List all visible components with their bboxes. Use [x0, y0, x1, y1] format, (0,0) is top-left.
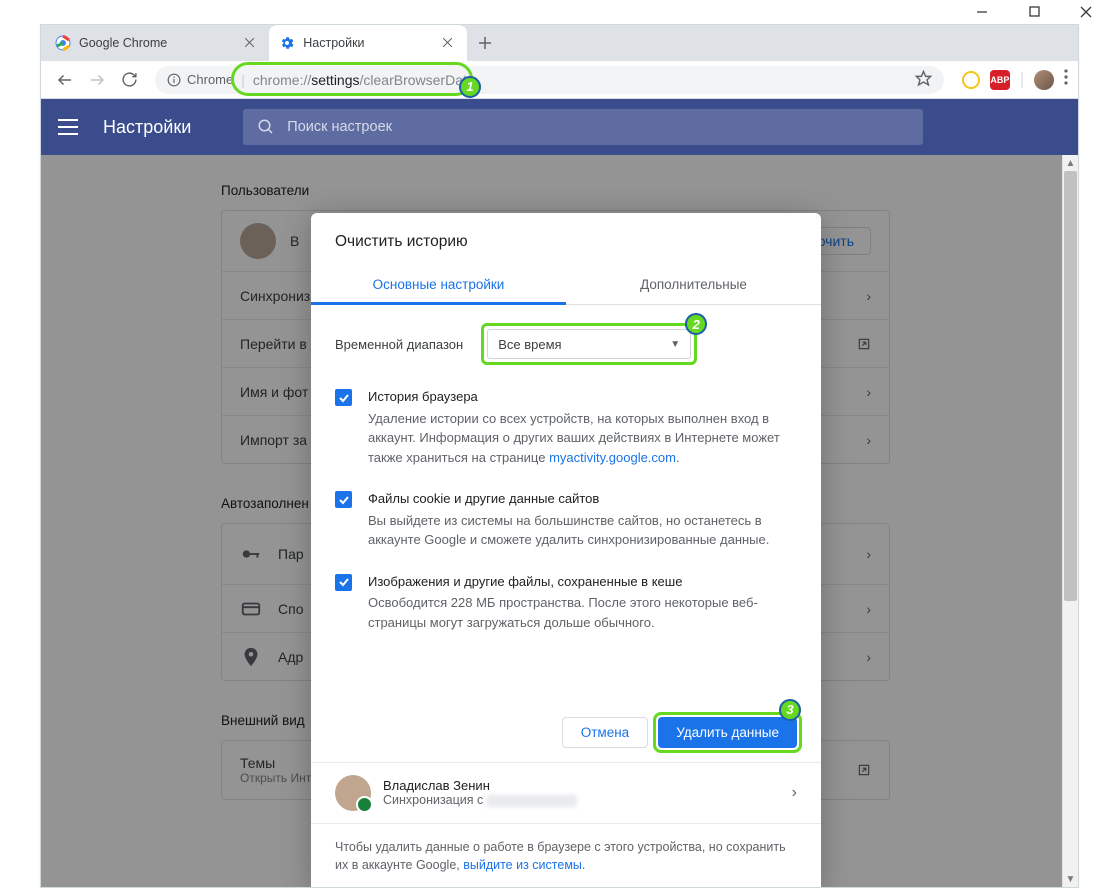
tabstrip: Google Chrome Настройки	[41, 25, 1078, 61]
address-bar[interactable]: Chrome | chrome://settings/clearBrowserD…	[155, 66, 944, 94]
browser-frame: Google Chrome Настройки Chrome | chrome:…	[40, 24, 1079, 888]
clear-data-button[interactable]: Удалить данные	[658, 717, 797, 748]
settings-header: Настройки Поиск настроек	[41, 99, 1078, 155]
timerange-label: Временной диапазон	[335, 337, 463, 352]
extension-abp-icon[interactable]: ABP	[990, 70, 1010, 90]
cancel-button[interactable]: Отмена	[562, 717, 648, 748]
gear-favicon-icon	[279, 35, 295, 51]
site-chip-label: Chrome	[187, 72, 233, 87]
annotation-badge-1: 1	[459, 76, 481, 98]
tab-title: Настройки	[303, 36, 364, 50]
settings-search-placeholder: Поиск настроек	[287, 119, 392, 135]
site-info-icon[interactable]: Chrome	[167, 72, 233, 87]
annotation-badge-3: 3	[779, 699, 801, 721]
myactivity-link[interactable]: myactivity.google.com	[549, 450, 676, 465]
window-minimize-button[interactable]	[975, 5, 989, 19]
dialog-user-row[interactable]: Владислав Зенин Синхронизация с ›	[311, 762, 821, 823]
timerange-value: Все время	[498, 337, 561, 352]
bookmark-star-icon[interactable]	[915, 70, 932, 90]
checkbox-browsing-history[interactable]	[335, 389, 352, 406]
vertical-scrollbar[interactable]: ▲ ▼	[1062, 155, 1078, 887]
tab-google-chrome[interactable]: Google Chrome	[45, 25, 269, 61]
user-avatar-icon	[335, 775, 371, 811]
window-close-button[interactable]	[1079, 5, 1093, 19]
scroll-up-icon[interactable]: ▲	[1063, 155, 1078, 171]
user-name: Владислав Зенин	[383, 778, 577, 793]
reload-button[interactable]	[115, 66, 143, 94]
new-tab-button[interactable]	[471, 29, 499, 57]
dialog-title: Очистить историю	[311, 213, 821, 265]
extension-yandex-icon[interactable]	[962, 71, 980, 89]
option-browsing-history[interactable]: История браузера Удаление истории со все…	[335, 387, 797, 467]
settings-search-input[interactable]: Поиск настроек	[243, 109, 923, 145]
redacted-email	[487, 795, 577, 807]
timerange-select[interactable]: Все время ▼	[487, 329, 691, 359]
option-cookies[interactable]: Файлы cookie и другие данные сайтов Вы в…	[335, 489, 797, 550]
option-cached-images[interactable]: Изображения и другие файлы, сохраненные …	[335, 572, 797, 633]
tab-title: Google Chrome	[79, 36, 167, 50]
checkbox-cookies[interactable]	[335, 491, 352, 508]
option-desc: Вы выйдете из системы на большинстве сай…	[368, 511, 797, 550]
signout-link[interactable]: выйдите из системы	[463, 858, 582, 872]
window-maximize-button[interactable]	[1027, 5, 1041, 19]
settings-page: Настройки Поиск настроек Пользователи В …	[41, 99, 1078, 887]
dialog-footnote: Чтобы удалить данные о работе в браузере…	[311, 823, 821, 888]
tab-advanced[interactable]: Дополнительные	[566, 265, 821, 304]
profile-avatar-icon[interactable]	[1034, 70, 1054, 90]
tab-basic[interactable]: Основные настройки	[311, 265, 566, 304]
search-icon	[257, 118, 275, 136]
clear-history-dialog: Очистить историю Основные настройки Допо…	[311, 213, 821, 887]
url-text: chrome://settings/clearBrowserData	[253, 72, 475, 88]
window-titlebar	[0, 0, 1119, 24]
hamburger-menu-icon[interactable]	[57, 118, 79, 136]
option-title: История браузера	[368, 387, 797, 407]
checkbox-cache[interactable]	[335, 574, 352, 591]
chevron-down-icon: ▼	[670, 339, 680, 350]
tab-settings[interactable]: Настройки	[269, 25, 466, 61]
user-sync-status: Синхронизация с	[383, 793, 577, 807]
settings-page-title: Настройки	[103, 117, 191, 138]
option-title: Файлы cookie и другие данные сайтов	[368, 489, 797, 509]
dialog-tabs: Основные настройки Дополнительные	[311, 265, 821, 305]
tab-close-icon[interactable]	[245, 36, 259, 50]
scrollbar-thumb[interactable]	[1064, 171, 1077, 601]
option-title: Изображения и другие файлы, сохраненные …	[368, 572, 797, 592]
option-desc: Удаление истории со всех устройств, на к…	[368, 409, 797, 468]
annotation-badge-2: 2	[685, 313, 707, 335]
browser-menu-icon[interactable]	[1064, 69, 1068, 90]
browser-toolbar: Chrome | chrome://settings/clearBrowserD…	[41, 61, 1078, 99]
tab-close-icon[interactable]	[443, 36, 457, 50]
scroll-down-icon[interactable]: ▼	[1063, 871, 1078, 887]
chrome-favicon-icon	[55, 35, 71, 51]
forward-button[interactable]	[83, 66, 111, 94]
option-desc: Освободится 228 МБ пространства. После э…	[368, 593, 797, 632]
back-button[interactable]	[51, 66, 79, 94]
